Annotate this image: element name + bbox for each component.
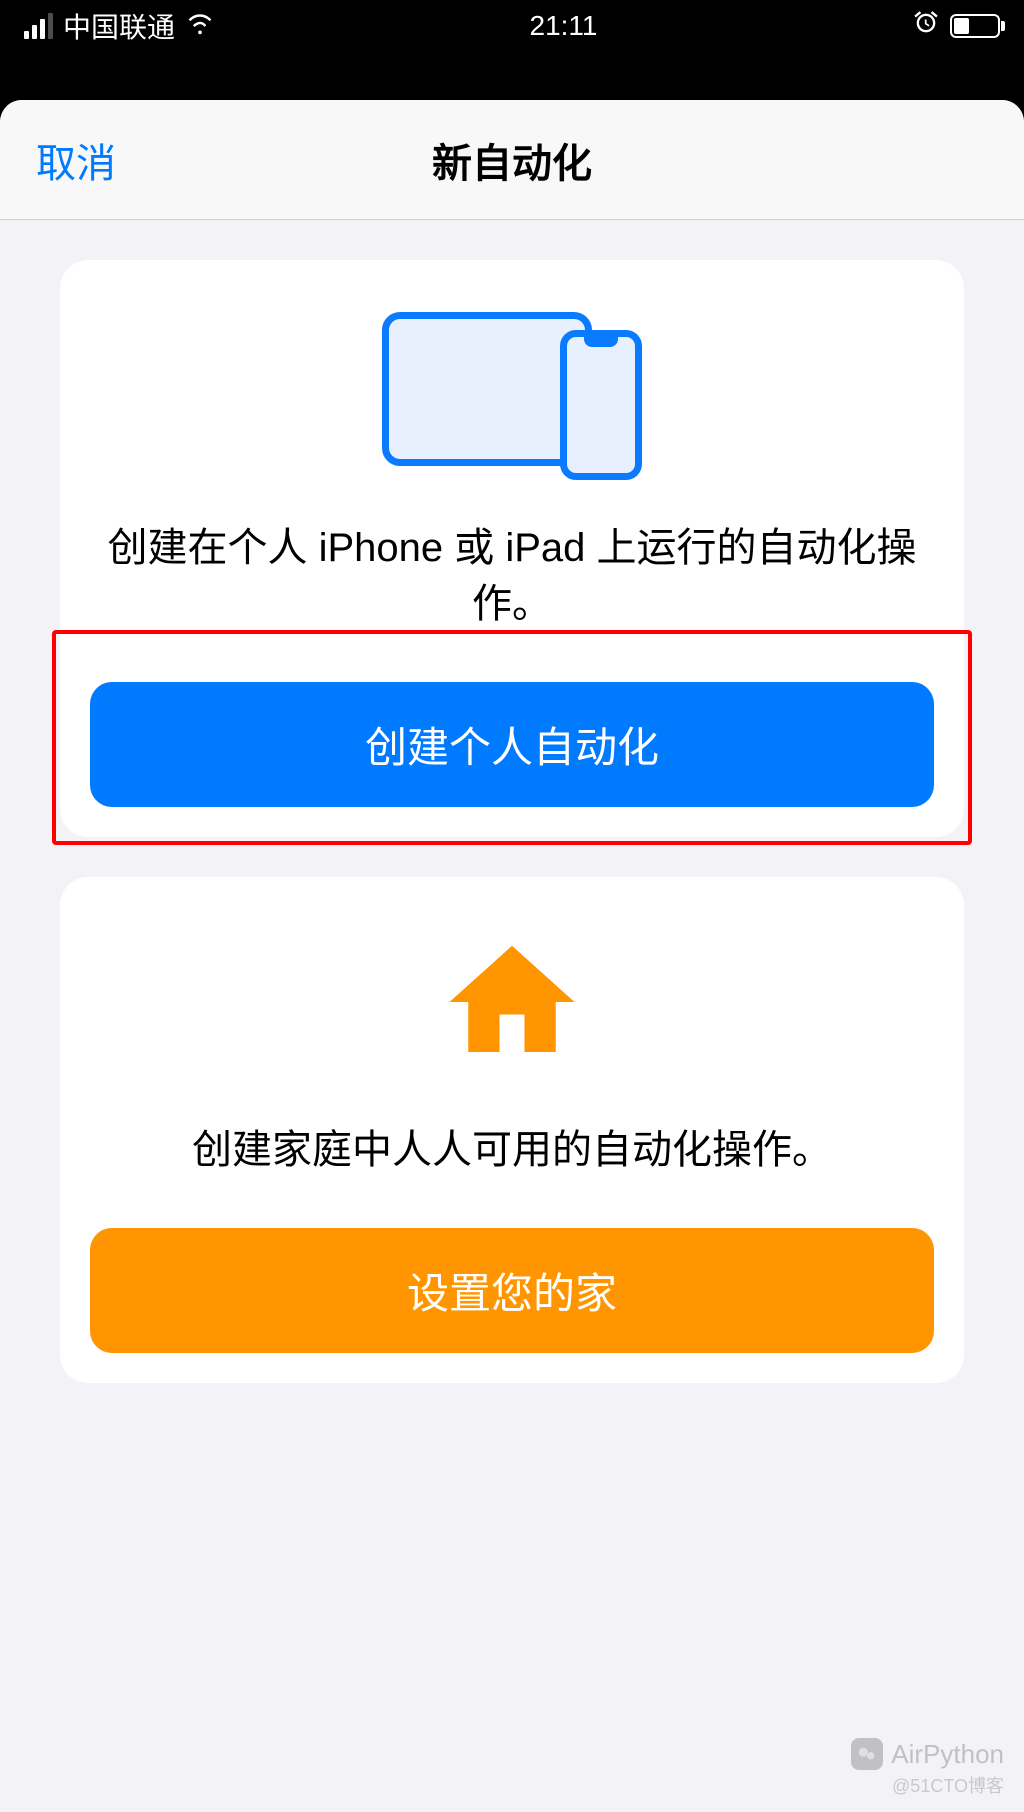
watermark: AirPython @51CTO博客 — [851, 1738, 1004, 1798]
wifi-icon — [185, 8, 215, 45]
watermark-name: AirPython — [891, 1739, 1004, 1770]
modal-sheet: 取消 新自动化 创建在个人 iPhone 或 iPad 上运行的自动化操作。 创… — [0, 100, 1024, 1812]
create-personal-automation-button[interactable]: 创建个人自动化 — [90, 682, 934, 807]
content-area: 创建在个人 iPhone 或 iPad 上运行的自动化操作。 创建个人自动化 创… — [0, 220, 1024, 1463]
watermark-sub: @51CTO博客 — [892, 1772, 1004, 1798]
wechat-icon — [851, 1738, 883, 1770]
setup-home-button[interactable]: 设置您的家 — [90, 1228, 934, 1353]
signal-icon — [24, 13, 53, 39]
personal-automation-card[interactable]: 创建在个人 iPhone 或 iPad 上运行的自动化操作。 创建个人自动化 — [60, 260, 964, 837]
devices-icon — [382, 310, 642, 480]
carrier-label: 中国联通 — [63, 6, 175, 46]
status-right — [912, 9, 1000, 44]
status-left: 中国联通 — [24, 6, 215, 46]
alarm-icon — [912, 9, 940, 44]
page-title: 新自动化 — [432, 131, 592, 189]
status-bar: 中国联通 21:11 — [0, 0, 1024, 52]
battery-icon — [950, 14, 1000, 38]
nav-bar: 取消 新自动化 — [0, 100, 1024, 220]
home-icon — [437, 927, 587, 1082]
home-description: 创建家庭中人人可用的自动化操作。 — [182, 1122, 842, 1178]
personal-description: 创建在个人 iPhone 或 iPad 上运行的自动化操作。 — [90, 520, 934, 632]
home-automation-card[interactable]: 创建家庭中人人可用的自动化操作。 设置您的家 — [60, 877, 964, 1383]
cancel-button[interactable]: 取消 — [36, 131, 116, 189]
status-time: 21:11 — [530, 10, 598, 42]
